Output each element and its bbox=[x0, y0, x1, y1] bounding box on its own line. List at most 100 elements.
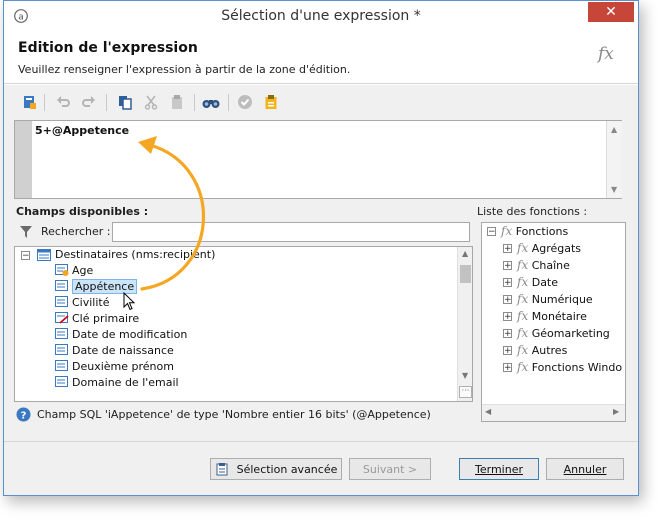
status-text: Champ SQL 'iAppetence' de type 'Nombre e… bbox=[37, 408, 431, 421]
clipboard-icon bbox=[265, 95, 277, 109]
field-icon bbox=[55, 360, 68, 371]
editor-gutter bbox=[15, 121, 32, 198]
function-category[interactable]: fx Autres bbox=[517, 342, 567, 358]
advanced-selection-button[interactable]: Sélection avancée bbox=[210, 458, 342, 480]
function-category-label: Chaîne bbox=[531, 259, 570, 272]
key-field-icon bbox=[55, 312, 69, 324]
tree-item[interactable]: Date de modification bbox=[55, 327, 187, 343]
clipboard-button[interactable] bbox=[262, 93, 280, 111]
validate-button[interactable] bbox=[236, 93, 254, 111]
close-button[interactable]: ✕ bbox=[588, 2, 634, 22]
toolbar-separator bbox=[106, 94, 107, 111]
scroll-down-arrow-icon: ▼ bbox=[462, 371, 469, 380]
function-category-label: Numérique bbox=[531, 293, 593, 306]
window-title: Sélection d'une expression * bbox=[221, 8, 421, 24]
function-category[interactable]: fx Date bbox=[517, 274, 558, 290]
search-label: Rechercher : bbox=[41, 225, 111, 238]
next-label: Suivant > bbox=[362, 462, 418, 476]
tree-item-label: Date de naissance bbox=[72, 344, 174, 357]
advanced-selection-label: Sélection avancée bbox=[236, 462, 338, 476]
function-category[interactable]: fx Chaîne bbox=[517, 257, 570, 273]
find-button[interactable] bbox=[202, 93, 220, 111]
fx-icon: fx bbox=[517, 326, 529, 340]
cut-button[interactable] bbox=[142, 93, 160, 111]
check-circle-icon bbox=[238, 95, 252, 109]
scroll-up-arrow-icon: ▲ bbox=[462, 249, 469, 258]
collapse-toggle-icon[interactable]: − bbox=[21, 251, 30, 261]
dialog-header: Edition de l'expression Veuillez renseig… bbox=[4, 32, 638, 84]
editor-scrollbar[interactable]: ▲ ▼ bbox=[606, 121, 622, 198]
fx-icon: fx bbox=[517, 241, 529, 255]
function-category-label: Agrégats bbox=[531, 242, 582, 255]
function-category-label: Fonctions Windo bbox=[531, 361, 623, 374]
tree-item[interactable]: Domaine de l'email bbox=[55, 375, 179, 391]
insert-field-button[interactable] bbox=[20, 93, 38, 111]
toolbar-separator bbox=[194, 94, 195, 111]
paste-button[interactable] bbox=[168, 93, 186, 111]
cancel-button[interactable]: Annuler bbox=[546, 458, 624, 480]
insert-field-icon bbox=[24, 96, 36, 109]
finish-label: Terminer bbox=[475, 462, 523, 476]
more-options-icon[interactable]: ··· bbox=[459, 386, 472, 398]
fields-tree[interactable]: − Destinataires (nms:recipient) Age Appé… bbox=[14, 246, 473, 402]
scroll-right-arrow-icon: ▶ bbox=[613, 407, 620, 416]
expand-toggle-icon[interactable]: + bbox=[503, 363, 512, 373]
function-category[interactable]: fx Numérique bbox=[517, 291, 593, 307]
annotation-arrow-icon bbox=[138, 136, 206, 291]
functions-tree[interactable]: − fx Fonctions + fx Agrégats + fx Chaîne… bbox=[481, 222, 626, 422]
copy-button[interactable] bbox=[116, 93, 134, 111]
tree-item[interactable]: Civilité bbox=[55, 295, 110, 311]
copy-icon bbox=[119, 96, 132, 110]
paste-icon bbox=[172, 95, 182, 109]
field-icon bbox=[55, 376, 68, 387]
next-button[interactable]: Suivant > bbox=[349, 458, 431, 480]
tree-item[interactable]: Deuxième prénom bbox=[55, 359, 174, 375]
functions-hscrollbar[interactable]: ◀ ▶ bbox=[482, 404, 625, 421]
fields-tree-scrollbar[interactable]: ▲ ▼ ··· bbox=[457, 247, 472, 401]
expression-editor[interactable]: 5+@Appetence ▲ ▼ bbox=[14, 120, 622, 199]
undo-button[interactable] bbox=[54, 93, 72, 111]
fx-icon: fx bbox=[517, 309, 529, 323]
undo-icon bbox=[57, 96, 70, 107]
finish-button[interactable]: Terminer bbox=[459, 458, 539, 480]
scroll-left-arrow-icon: ◀ bbox=[485, 407, 492, 416]
redo-button[interactable] bbox=[80, 93, 98, 111]
dialog-footer: Sélection avancée Suivant > Terminer Ann… bbox=[4, 441, 638, 495]
tree-item[interactable]: Date de naissance bbox=[55, 343, 174, 359]
tree-item-label: Age bbox=[72, 264, 94, 277]
function-category[interactable]: fx Géomarketing bbox=[517, 325, 610, 341]
fx-icon: fx bbox=[517, 275, 529, 289]
fx-icon: fx bbox=[501, 224, 513, 238]
fx-icon: fx bbox=[517, 360, 529, 374]
functions-root[interactable]: fx Fonctions bbox=[501, 223, 568, 239]
functions-panel-label: Liste des fonctions : bbox=[477, 205, 588, 218]
expand-toggle-icon[interactable]: + bbox=[503, 312, 512, 322]
expression-text: 5+@Appetence bbox=[35, 124, 130, 137]
tree-item-label: Civilité bbox=[72, 296, 110, 309]
function-category[interactable]: fx Agrégats bbox=[517, 240, 581, 256]
expand-toggle-icon[interactable]: + bbox=[503, 329, 512, 339]
help-icon: ? bbox=[16, 407, 31, 422]
function-fx-icon: fx bbox=[598, 44, 614, 64]
expand-toggle-icon[interactable]: + bbox=[503, 346, 512, 356]
function-category-label: Date bbox=[531, 276, 559, 289]
expand-toggle-icon[interactable]: + bbox=[503, 295, 512, 305]
toolbar-separator bbox=[228, 94, 229, 111]
functions-root-label: Fonctions bbox=[515, 225, 569, 238]
function-category[interactable]: fx Monétaire bbox=[517, 308, 587, 324]
expand-toggle-icon[interactable]: + bbox=[503, 261, 512, 271]
table-icon bbox=[37, 249, 51, 261]
collapse-toggle-icon[interactable]: − bbox=[487, 227, 496, 237]
tree-item[interactable]: Age bbox=[55, 263, 93, 279]
tree-item[interactable]: Clé primaire bbox=[55, 311, 139, 327]
function-category[interactable]: fx Fonctions Windo bbox=[517, 359, 622, 375]
scroll-thumb[interactable] bbox=[460, 265, 471, 283]
cancel-label: Annuler bbox=[563, 462, 607, 476]
editor-toolbar bbox=[10, 89, 626, 116]
fields-panel-label: Champs disponibles : bbox=[16, 205, 149, 218]
field-icon bbox=[55, 296, 68, 307]
filter-icon bbox=[20, 225, 32, 239]
expand-toggle-icon[interactable]: + bbox=[503, 244, 512, 254]
svg-text:?: ? bbox=[21, 411, 27, 422]
expand-toggle-icon[interactable]: + bbox=[503, 278, 512, 288]
